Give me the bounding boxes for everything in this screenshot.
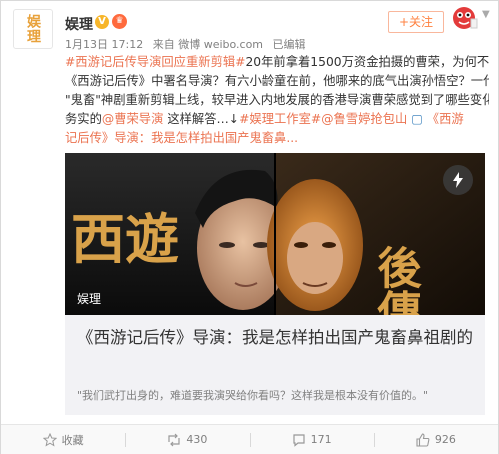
edited-label: 已编辑 [272, 38, 306, 51]
article-cover-image[interactable]: 西遊 後傳 娱理 [65, 153, 485, 315]
post-source: 来自 微博 weibo.com [152, 38, 264, 51]
hashtag-link[interactable]: #娱理工作室# [239, 112, 321, 126]
calligraphy-right: 後傳 [370, 245, 423, 315]
lightning-icon [453, 172, 463, 188]
post-meta: 1月13日 17:12 来自 微博 weibo.com 已编辑 [65, 36, 312, 52]
post-text-segment: 《西游记后传》中署名导演？有六小龄童在前，他哪来的底气出演孙悟空？一代 [65, 74, 489, 88]
avatar[interactable]: 娱理 [13, 9, 53, 49]
username[interactable]: 娱理 [65, 14, 93, 34]
favorite-label: 收藏 [61, 433, 84, 447]
post-text: #西游记后传导演回应重新剪辑#20年前拿着1500万资金拍摄的曹荣，为何不能在 … [65, 53, 489, 148]
comment-icon [293, 433, 305, 447]
article-link-icon: ▢ [411, 112, 423, 126]
member-badge-icon: ♛ [112, 14, 127, 29]
comment-count: 171 [310, 433, 332, 446]
post-timestamp[interactable]: 1月13日 17:12 [65, 38, 143, 51]
image-watermark: 娱理 [77, 292, 102, 306]
cover-artwork: 西遊 後傳 [65, 153, 485, 315]
avatar-logo: 娱理 [25, 14, 41, 44]
mention-link[interactable]: @曹荣导演 [102, 112, 164, 126]
repost-count: 430 [186, 433, 208, 446]
article-link[interactable]: 记后传》导演：我是怎样拍出国产鬼畜鼻... [65, 131, 298, 145]
post-text-segment: 这样解答…↓ [163, 112, 240, 126]
mascot-icon [453, 7, 478, 29]
thumbs-up-icon [416, 432, 430, 447]
repost-button[interactable]: 430 [125, 425, 249, 454]
article-excerpt: "我们武打出身的，难道要我演哭给你看吗？这样我是根本没有价值的。" [77, 389, 429, 402]
verified-badge-icon: V [95, 15, 109, 29]
calligraphy-left: 西遊 [71, 207, 179, 271]
repost-icon [168, 433, 180, 446]
follow-button[interactable]: +关注 [388, 11, 444, 33]
comment-button[interactable]: 171 [249, 425, 374, 454]
chevron-down-icon[interactable]: ▼ [482, 9, 490, 20]
favorite-button[interactable]: 收藏 [1, 425, 125, 454]
weibo-post-card: 娱理 娱理 V ♛ +关注 ▼ 1月13日 17:12 来自 微博 weibo.… [0, 0, 499, 454]
post-text-segment: 20年前拿着1500万资金拍摄的曹荣，为何不能在 [245, 55, 489, 69]
post-text-segment: 务实的 [65, 112, 102, 126]
post-text-segment: "鬼畜"神剧重新剪辑上线，较早进入内地发展的香港导演曹荣感觉到了哪些变化？ [65, 93, 489, 107]
star-icon [42, 432, 57, 447]
article-card[interactable]: 《西游记后传》导演：我是怎样拍出国产鬼畜鼻祖剧的 "我们武打出身的，难道要我演哭… [65, 315, 485, 415]
article-link[interactable]: 《西游 [427, 112, 464, 126]
like-count: 926 [434, 433, 456, 446]
like-button[interactable]: 926 [373, 425, 498, 454]
hashtag-link[interactable]: #西游记后传导演回应重新剪辑# [65, 55, 245, 69]
play-video-button[interactable] [443, 165, 473, 195]
mention-link[interactable]: @鲁雪婷抢包山 [321, 112, 407, 126]
post-action-bar: 收藏 430 171 926 [1, 424, 498, 454]
article-title[interactable]: 《西游记后传》导演：我是怎样拍出国产鬼畜鼻祖剧的 [77, 325, 477, 350]
